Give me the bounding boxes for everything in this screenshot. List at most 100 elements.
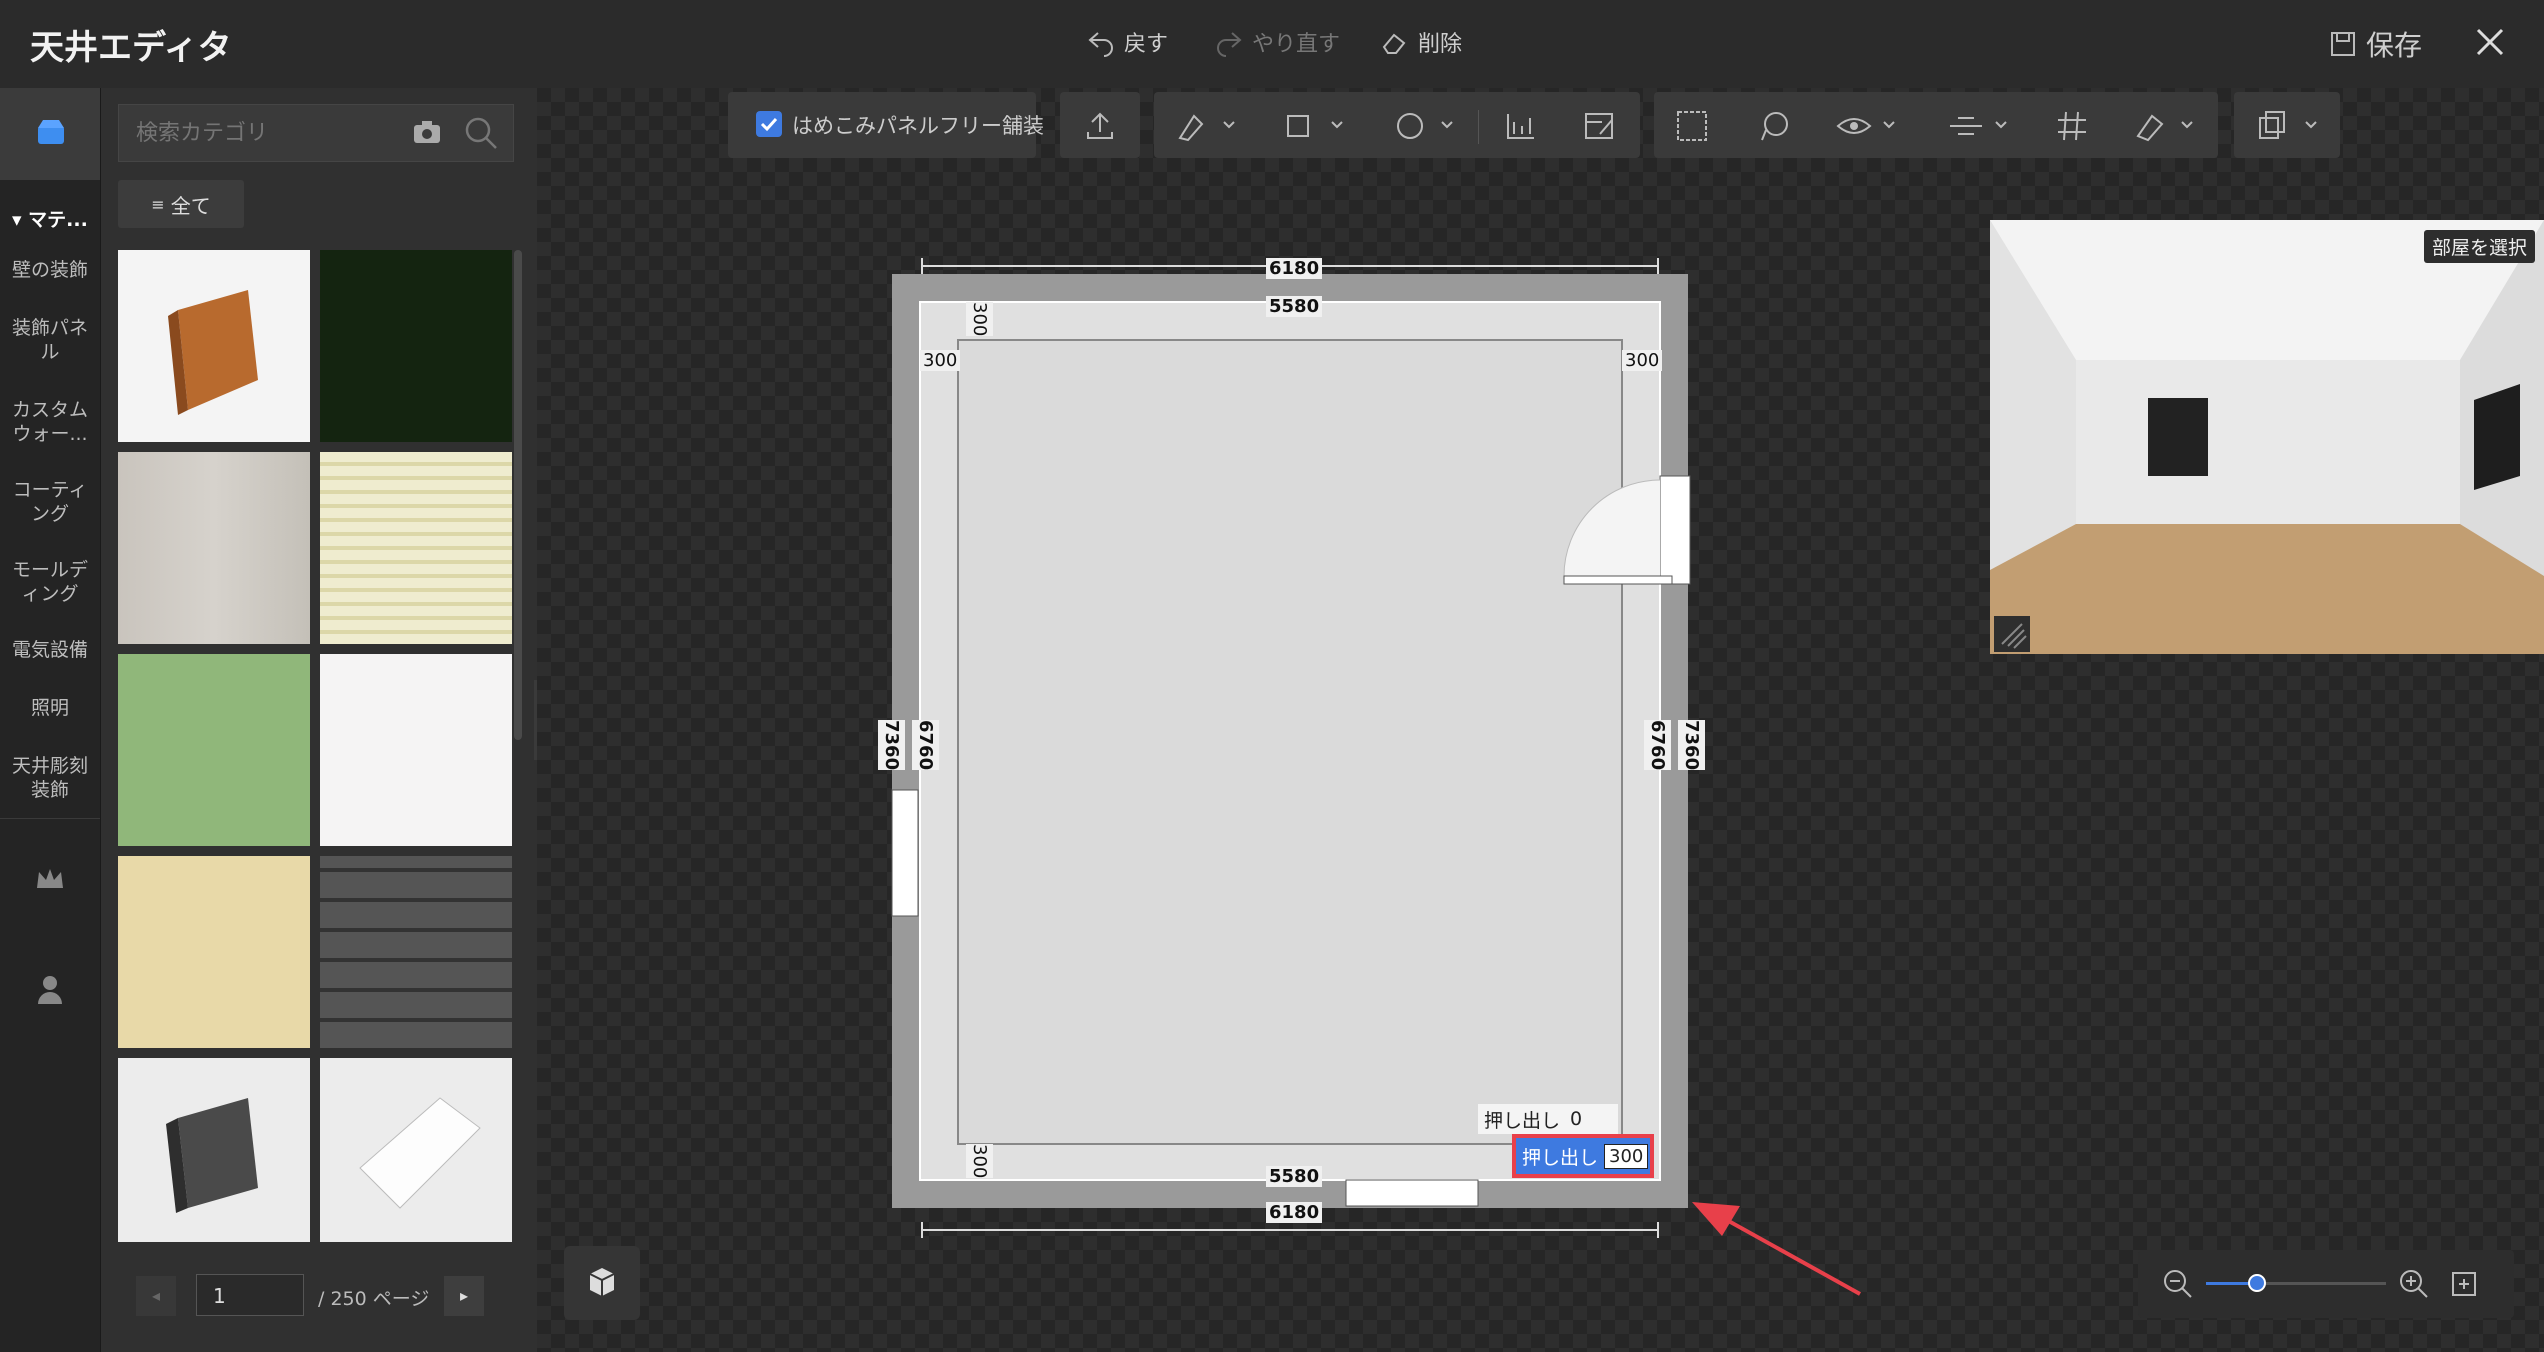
extrude-field-active[interactable]: 押し出し 300: [1512, 1134, 1654, 1178]
dim-inner-top: 5580: [1266, 296, 1323, 317]
material-tile[interactable]: [118, 1058, 310, 1242]
dim-inner-bottom: 5580: [1266, 1166, 1323, 1187]
material-tile[interactable]: [320, 250, 512, 442]
material-tile[interactable]: [320, 1058, 512, 1242]
dim-inner-left: 6760: [912, 720, 939, 771]
window: [891, 789, 919, 917]
zoom-slider-thumb[interactable]: [2248, 1274, 2266, 1292]
crown-icon[interactable]: [34, 866, 66, 894]
upload-icon[interactable]: [1078, 106, 1122, 146]
extrude-value-input[interactable]: 300: [1604, 1143, 1649, 1169]
annotation-arrow: [1692, 1202, 1861, 1296]
save-button[interactable]: 保存: [2330, 24, 2422, 64]
save-label: 保存: [2366, 29, 2423, 62]
room-select-button[interactable]: 部屋を選択: [2424, 230, 2536, 263]
sidebar-item-custom-wall[interactable]: カスタムウォー...: [8, 398, 92, 446]
material-tile[interactable]: [118, 856, 310, 1048]
rectangle-tool-icon[interactable]: [1280, 106, 1350, 146]
grid-icon[interactable]: [2050, 106, 2094, 146]
extrude-field-inactive[interactable]: 押し出し 0: [1478, 1104, 1618, 1134]
3d-view-button[interactable]: [564, 1246, 640, 1320]
paint-brush-icon[interactable]: [2130, 106, 2200, 146]
store-icon: [38, 120, 64, 144]
offset-label-top-right[interactable]: 300: [1622, 350, 1663, 371]
door: [1659, 475, 1691, 585]
dim-outer-bottom: 6180: [1266, 1202, 1323, 1223]
eraser-icon: [1382, 33, 1406, 54]
material-tile[interactable]: [118, 452, 310, 644]
sidebar-item-coating[interactable]: コーティング: [8, 478, 92, 526]
3d-preview[interactable]: [1990, 220, 2544, 654]
edit-area-icon[interactable]: [1578, 106, 1622, 146]
delete-label: 削除: [1418, 32, 1463, 57]
undo-icon: [1088, 32, 1113, 57]
offset-label-top-left[interactable]: 300: [920, 350, 961, 371]
circle-tool-icon[interactable]: [1390, 106, 1460, 146]
floor-plan[interactable]: [870, 250, 1730, 1240]
cube-icon: [589, 1268, 615, 1296]
window: [1345, 1179, 1479, 1207]
material-tile[interactable]: [320, 654, 512, 846]
sort-icon: ≡: [151, 194, 165, 214]
panel-scrollbar[interactable]: [514, 250, 522, 740]
sidebar-item-ceiling-carving[interactable]: 天井彫刻装飾: [8, 754, 92, 802]
select-frame-icon[interactable]: [1670, 106, 1714, 146]
page-number-input[interactable]: 1: [196, 1274, 304, 1316]
wood-baseboard-thumb: [168, 290, 258, 415]
dim-outer-left: 7360: [878, 720, 905, 771]
sidebar-item-lighting[interactable]: 照明: [0, 696, 100, 720]
sidebar-section-title[interactable]: ▾ マテ...: [12, 205, 88, 232]
offset-label-bottom[interactable]: 300: [966, 1144, 993, 1179]
extrude-label: 押し出し: [1522, 1146, 1599, 1169]
lasso-icon[interactable]: [1752, 106, 1796, 146]
sidebar-item-molding[interactable]: モールディング: [8, 558, 92, 606]
filter-all-label: 全て: [170, 193, 211, 218]
close-icon[interactable]: [2470, 22, 2510, 62]
sidebar-item-decor-panel[interactable]: 装飾パネル: [8, 316, 92, 364]
zoom-in-icon[interactable]: [2398, 1268, 2430, 1300]
save-icon: [2331, 32, 2355, 56]
prev-page-button[interactable]: ◂: [136, 1276, 176, 1316]
dimension-tool-icon[interactable]: [1498, 106, 1542, 146]
material-tile[interactable]: [320, 856, 512, 1048]
copy-icon[interactable]: [2250, 106, 2326, 146]
redo-label: やり直す: [1252, 32, 1341, 57]
undo-label: 戻す: [1124, 32, 1169, 57]
resize-handle-icon[interactable]: [1994, 616, 2030, 652]
align-icon[interactable]: [1944, 106, 2014, 146]
dim-outer-top: 6180: [1266, 258, 1323, 279]
materials-tab[interactable]: [0, 88, 100, 180]
dark-baseboard-thumb: [166, 1098, 258, 1213]
filter-all-button[interactable]: ≡ 全て: [118, 180, 244, 228]
camera-icon[interactable]: [412, 118, 442, 146]
fit-view-icon[interactable]: [2450, 1270, 2478, 1298]
search-icon[interactable]: [460, 112, 502, 154]
page-total: / 250 ページ: [318, 1288, 430, 1310]
zoom-out-icon[interactable]: [2162, 1268, 2194, 1300]
material-tile[interactable]: [118, 250, 310, 442]
check-icon: [760, 117, 778, 132]
rail-divider: [0, 818, 100, 819]
material-tile[interactable]: [118, 654, 310, 846]
next-page-button[interactable]: ▸: [444, 1276, 484, 1316]
delete-button[interactable]: 削除: [1380, 26, 1462, 58]
material-tile[interactable]: [320, 452, 512, 644]
user-icon[interactable]: [36, 974, 64, 1004]
free-paving-checkbox[interactable]: [756, 111, 782, 137]
dim-outer-right: 7360: [1678, 720, 1705, 771]
sidebar-item-electrical[interactable]: 電気設備: [0, 638, 100, 662]
dim-inner-right: 6760: [1644, 720, 1671, 771]
sidebar-item-wall-decor[interactable]: 壁の装飾: [0, 258, 100, 282]
pen-tool-icon[interactable]: [1172, 106, 1242, 146]
crown-molding-thumb: [359, 1097, 481, 1209]
eye-icon[interactable]: [1832, 106, 1902, 146]
inner-ceiling-area[interactable]: [957, 339, 1623, 1145]
redo-button[interactable]: やり直す: [1214, 26, 1340, 58]
offset-label-top[interactable]: 300: [966, 302, 993, 337]
extrude-value: 0: [1570, 1108, 1583, 1130]
sidebar-section-label: マテ...: [28, 209, 88, 231]
undo-button[interactable]: 戻す: [1086, 26, 1168, 58]
search-input[interactable]: [134, 114, 398, 152]
door-leaf: [1563, 575, 1673, 585]
redo-icon: [1217, 32, 1242, 57]
